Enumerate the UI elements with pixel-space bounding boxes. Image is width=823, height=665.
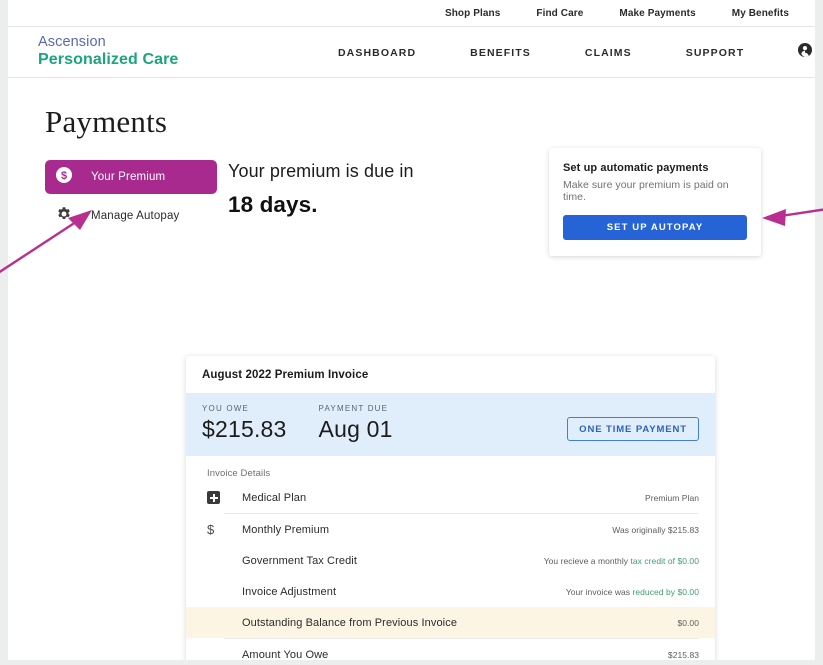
- invoice-heading: August 2022 Premium Invoice: [202, 369, 369, 381]
- you-owe-amount: $215.83: [202, 416, 287, 442]
- utility-nav-item-make-payments[interactable]: Make Payments: [619, 8, 695, 19]
- nav-item-dashboard[interactable]: DASHBOARD: [338, 47, 416, 59]
- invoice-row-label: Invoice Adjustment: [242, 585, 337, 598]
- logo-line-personalized-care: Personalized Care: [38, 51, 179, 69]
- account-menu[interactable]: <<FIRST NAME>>: [798, 43, 815, 62]
- utility-nav-item-find-care[interactable]: Find Care: [536, 8, 583, 19]
- autopay-card-subtitle: Make sure your premium is paid on time.: [563, 179, 729, 203]
- invoice-row: Invoice Adjustment Your invoice was reduc…: [186, 576, 715, 607]
- set-up-autopay-button[interactable]: SET UP AUTOPAY: [563, 215, 747, 240]
- invoice-row-value: Was originally $215.83: [612, 524, 699, 535]
- nav-item-benefits[interactable]: BENEFITS: [470, 47, 531, 59]
- page-body: Payments $ Your Premium Manage Autopay Y…: [8, 104, 815, 660]
- main-nav: DASHBOARD BENEFITS CLAIMS SUPPORT <<FIRS…: [338, 27, 815, 78]
- invoice-row: Medical Plan Premium Plan: [186, 482, 715, 513]
- invoice-row: Amount You Owe $215.83: [186, 639, 715, 661]
- invoice-row-value: Premium Plan: [645, 492, 699, 503]
- dollar-sign-icon: $: [207, 522, 215, 537]
- invoice-row-label: Medical Plan: [242, 491, 307, 504]
- sidebar-item-your-premium[interactable]: $ Your Premium: [45, 160, 217, 194]
- svg-text:$: $: [61, 169, 67, 181]
- medical-plus-icon: [207, 491, 242, 504]
- invoice-row-label: Government Tax Credit: [242, 554, 358, 567]
- page-sheet: Shop Plans Find Care Make Payments My Be…: [8, 0, 815, 660]
- payments-sidebar: $ Your Premium Manage Autopay: [45, 160, 217, 238]
- nav-item-claims[interactable]: CLAIMS: [585, 47, 632, 59]
- autopay-card: Set up automatic payments Make sure your…: [549, 148, 761, 256]
- page-title: Payments: [45, 104, 168, 139]
- payment-due-date: Aug 01: [318, 416, 393, 442]
- invoice-row-value: You recieve a monthly tax credit of $0.0…: [543, 555, 699, 566]
- invoice-summary-bar: YOU OWE $215.83 PAYMENT DUE Aug 01 ONE T…: [186, 393, 715, 456]
- brand-logo[interactable]: Ascension Personalized Care: [38, 34, 178, 70]
- utility-nav-item-shop-plans[interactable]: Shop Plans: [445, 8, 500, 19]
- payment-due-caption: PAYMENT DUE: [318, 404, 389, 413]
- invoice-row-label: Monthly Premium: [242, 523, 330, 536]
- invoice-row-value: $215.83: [667, 649, 699, 660]
- premium-summary-column: Your premium is due in 18 days. Set up a…: [217, 148, 815, 256]
- content-columns: $ Your Premium Manage Autopay Your premi…: [8, 148, 815, 256]
- sidebar-item-manage-autopay[interactable]: Manage Autopay: [45, 199, 217, 233]
- invoice-card: August 2022 Premium Invoice YOU OWE $215…: [186, 356, 715, 660]
- you-owe-block: YOU OWE $215.83: [202, 404, 287, 443]
- invoice-details-label: Invoice Details: [207, 468, 271, 479]
- main-header: Ascension Personalized Care DASHBOARD BE…: [8, 27, 815, 78]
- invoice-row-value: Your invoice was reduced by $0.00: [565, 586, 699, 597]
- you-owe-caption: YOU OWE: [202, 404, 250, 413]
- sidebar-item-manage-autopay-label: Manage Autopay: [91, 210, 180, 222]
- invoice-row: Government Tax Credit You recieve a month…: [186, 545, 715, 576]
- invoice-row-label: Amount You Owe: [242, 648, 329, 661]
- invoice-row: $ Monthly Premium Was originally $215.83: [186, 514, 715, 545]
- invoice-details-rows: Medical Plan Premium Plan $ Monthly Premium…: [186, 482, 715, 660]
- invoice-row: Outstanding Balance from Previous Invoic…: [186, 607, 715, 638]
- payment-due-block: PAYMENT DUE Aug 01: [319, 404, 393, 443]
- nav-item-support[interactable]: SUPPORT: [686, 47, 744, 59]
- dollar-circle-icon: $: [56, 166, 72, 188]
- one-time-payment-button[interactable]: ONE TIME PAYMENT: [567, 417, 699, 441]
- autopay-card-title: Set up automatic payments: [563, 162, 709, 174]
- invoice-row-value: $0.00: [677, 617, 699, 628]
- invoice-row-value-accent: tax credit of $0.00: [630, 555, 699, 566]
- invoice-row-label: Outstanding Balance from Previous Invoic…: [242, 616, 458, 629]
- account-person-icon: [798, 43, 813, 62]
- utility-nav-item-my-benefits[interactable]: My Benefits: [732, 8, 789, 19]
- utility-nav: Shop Plans Find Care Make Payments My Be…: [8, 0, 815, 27]
- gear-icon: [56, 206, 72, 227]
- sidebar-item-your-premium-label: Your Premium: [91, 171, 166, 183]
- logo-line-ascension: Ascension: [38, 34, 106, 50]
- screenshot-root: Shop Plans Find Care Make Payments My Be…: [0, 0, 823, 665]
- invoice-row-value-accent: reduced by $0.00: [632, 586, 699, 597]
